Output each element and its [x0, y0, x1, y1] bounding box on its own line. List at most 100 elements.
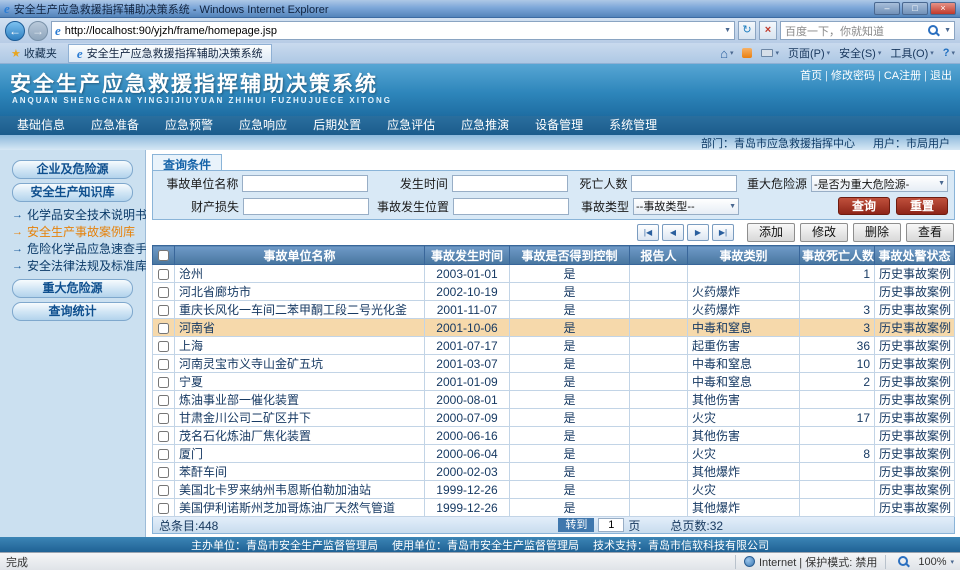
sidebar-link[interactable]: → 安全生产事故案例库 [0, 223, 145, 240]
property-loss-input[interactable] [243, 198, 369, 215]
location-input[interactable] [453, 198, 569, 215]
sidebar-item-query-stats[interactable]: 查询统计 [12, 302, 133, 321]
table-row[interactable]: 河北省廊坊市 2002-10-19 是 火药爆炸 历史事故案例 [153, 283, 955, 301]
cell-date: 2000-06-16 [425, 427, 510, 445]
page-menu[interactable]: 页面(P) ▾ [788, 45, 830, 61]
back-button[interactable]: ← [5, 21, 25, 41]
cell-status: 历史事故案例 [875, 499, 955, 517]
unit-name-input[interactable] [242, 175, 368, 192]
close-button[interactable]: × [930, 2, 956, 15]
sidebar-item-major-hazard[interactable]: 重大危险源 [12, 279, 133, 298]
address-input[interactable]: e http://localhost:90/yjzh/frame/homepag… [51, 21, 735, 40]
favorites-button[interactable]: ★ 收藏夹 [5, 44, 63, 62]
row-checkbox[interactable] [158, 287, 169, 298]
row-checkbox[interactable] [158, 305, 169, 316]
favorites-label: 收藏夹 [24, 45, 57, 61]
select-all-checkbox[interactable] [158, 250, 169, 261]
search-icon[interactable] [928, 25, 940, 37]
nav-item[interactable]: 后期处置 [300, 116, 374, 135]
table-row[interactable]: 炼油事业部一催化装置 2000-08-01 是 其他伤害 历史事故案例 [153, 391, 955, 409]
home-button[interactable]: ⌂ ▾ [720, 46, 733, 61]
page-header: 首页 修改密码 CA注册 退出 安全生产应急救援指挥辅助决策系统 ANQUAN … [0, 64, 960, 116]
edit-button[interactable]: 修改 [800, 223, 848, 242]
table-row[interactable]: 沧州 2003-01-01 是 1 历史事故案例 [153, 265, 955, 283]
header-link[interactable]: 首页 [800, 67, 822, 83]
row-checkbox[interactable] [158, 341, 169, 352]
deaths-input[interactable] [631, 175, 737, 192]
header-link[interactable]: 修改密码 [822, 67, 875, 83]
nav-item[interactable]: 设备管理 [522, 116, 596, 135]
help-menu[interactable]: ? ▾ [943, 47, 955, 59]
browser-tab[interactable]: e 安全生产应急救援指挥辅助决策系统 [68, 44, 272, 63]
zoom-control[interactable]: 100% ▾ [885, 555, 954, 569]
table-row[interactable]: 苯酐车间 2000-02-03 是 其他爆炸 历史事故案例 [153, 463, 955, 481]
nav-item[interactable]: 应急评估 [374, 116, 448, 135]
row-checkbox[interactable] [158, 377, 169, 388]
tools-menu[interactable]: 工具(O) ▾ [890, 45, 933, 61]
row-checkbox[interactable] [158, 467, 169, 478]
add-button[interactable]: 添加 [747, 223, 795, 242]
row-checkbox[interactable] [158, 503, 169, 514]
table-row[interactable]: 美国伊利诺斯州芝加哥炼油厂天然气管道 1999-12-26 是 其他爆炸 历史事… [153, 499, 955, 517]
table-toolbar: |◀ ◀ ▶ ▶| 添加 修改 删除 查看 [152, 220, 955, 245]
row-checkbox[interactable] [158, 269, 169, 280]
safety-menu[interactable]: 安全(S) ▾ [839, 45, 881, 61]
nav-item[interactable]: 应急预警 [152, 116, 226, 135]
sidebar-item-enterprise-hazard[interactable]: 企业及危险源 [12, 160, 133, 179]
nav-item[interactable]: 系统管理 [596, 116, 670, 135]
tabs-row: ★ 收藏夹 e 安全生产应急救援指挥辅助决策系统 ⌂ ▾ ▾ 页面(P) ▾ [0, 43, 960, 64]
reset-button[interactable]: 重置 [896, 197, 948, 215]
nav-item[interactable]: 基础信息 [4, 116, 78, 135]
next-page-button[interactable]: ▶ [687, 224, 709, 241]
goto-page-button[interactable]: 转到 [558, 518, 594, 532]
row-checkbox[interactable] [158, 395, 169, 406]
prev-page-button[interactable]: ◀ [662, 224, 684, 241]
accident-type-select[interactable]: --事故类型-- ▼ [633, 198, 739, 215]
cell-reporter [630, 319, 688, 337]
major-hazard-select[interactable]: -是否为重大危险源- ▼ [811, 175, 948, 192]
nav-item[interactable]: 应急响应 [226, 116, 300, 135]
header-link[interactable]: 退出 [921, 67, 952, 83]
stop-button[interactable]: × [759, 21, 777, 40]
table-row[interactable]: 重庆长风化一车间二苯甲酮工段二号光化釜 2001-11-07 是 火药爆炸 3 … [153, 301, 955, 319]
row-checkbox[interactable] [158, 359, 169, 370]
print-button[interactable]: ▾ [761, 49, 779, 57]
delete-button[interactable]: 删除 [853, 223, 901, 242]
minimize-button[interactable]: – [874, 2, 900, 15]
table-row[interactable]: 厦门 2000-06-04 是 火灾 8 历史事故案例 [153, 445, 955, 463]
row-checkbox[interactable] [158, 485, 169, 496]
goto-page-input[interactable] [598, 518, 624, 532]
search-dropdown-icon[interactable]: ▼ [944, 27, 951, 34]
address-dropdown-icon[interactable]: ▼ [724, 27, 731, 34]
row-checkbox[interactable] [158, 431, 169, 442]
view-button[interactable]: 查看 [906, 223, 954, 242]
table-row[interactable]: 上海 2001-07-17 是 起重伤害 36 历史事故案例 [153, 337, 955, 355]
search-button[interactable]: 查询 [838, 197, 890, 215]
row-checkbox[interactable] [158, 323, 169, 334]
sidebar-link[interactable]: → 安全法律法规及标准库 [0, 257, 145, 274]
nav-item[interactable]: 应急准备 [78, 116, 152, 135]
maximize-button[interactable]: □ [902, 2, 928, 15]
forward-button[interactable]: → [28, 21, 48, 41]
search-input[interactable]: 百度一下，你就知道 ▼ [780, 21, 955, 40]
first-page-button[interactable]: |◀ [637, 224, 659, 241]
occur-time-input[interactable] [452, 175, 568, 192]
feeds-button[interactable] [742, 48, 752, 58]
sidebar-item-knowledge-base[interactable]: 安全生产知识库 [12, 183, 133, 202]
header-link[interactable]: CA注册 [875, 67, 921, 83]
table-row[interactable]: 美国北卡罗来纳州韦恩斯伯勒加油站 1999-12-26 是 火灾 历史事故案例 [153, 481, 955, 499]
sidebar-link[interactable]: → 危险化学品应急速查手... [0, 240, 145, 257]
row-checkbox[interactable] [158, 449, 169, 460]
table-row[interactable]: 宁夏 2001-01-09 是 中毒和窒息 2 历史事故案例 [153, 373, 955, 391]
table-row[interactable]: 甘肃金川公司二矿区井下 2000-07-09 是 火灾 17 历史事故案例 [153, 409, 955, 427]
row-checkbox[interactable] [158, 413, 169, 424]
cell-controlled: 是 [510, 499, 630, 517]
table-row[interactable]: 茂名石化炼油厂焦化装置 2000-06-16 是 其他伤害 历史事故案例 [153, 427, 955, 445]
table-row[interactable]: 河南省 2001-10-06 是 中毒和窒息 3 历史事故案例 [153, 319, 955, 337]
table-row[interactable]: 河南灵宝市义寺山金矿五坑 2001-03-07 是 中毒和窒息 10 历史事故案… [153, 355, 955, 373]
sidebar-link[interactable]: → 化学品安全技术说明书 [0, 206, 145, 223]
refresh-button[interactable]: ↻ [738, 21, 756, 40]
nav-item[interactable]: 应急推演 [448, 116, 522, 135]
last-page-button[interactable]: ▶| [712, 224, 734, 241]
zoom-dropdown-icon[interactable]: ▾ [950, 558, 954, 566]
